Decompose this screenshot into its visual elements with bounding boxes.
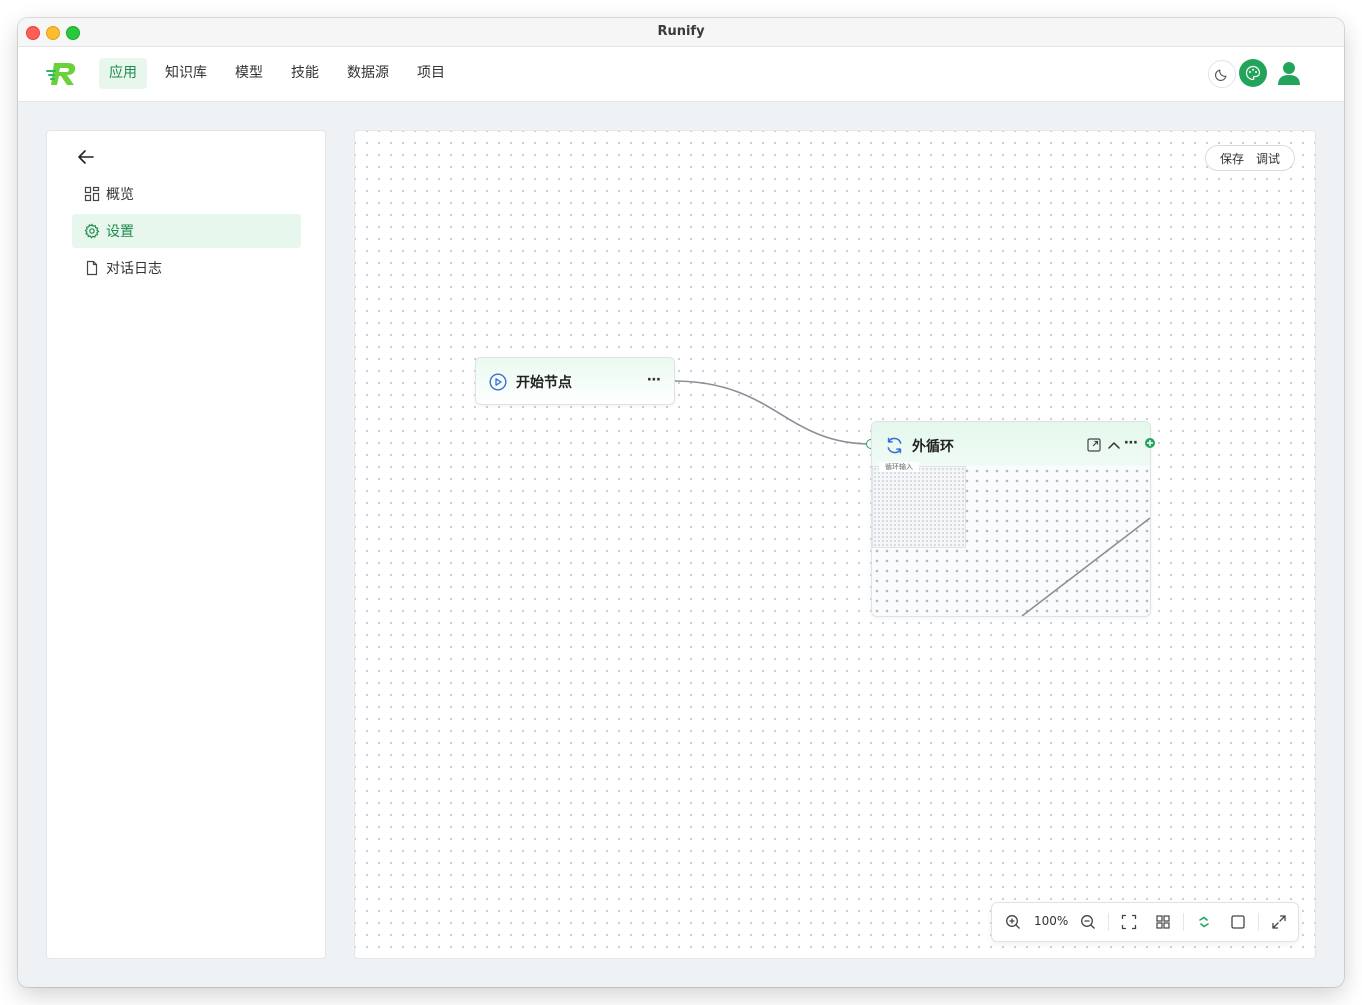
zoom-out-button[interactable]	[1079, 913, 1097, 931]
edge-start-to-loop	[672, 380, 872, 445]
workflow-canvas[interactable]: 保存 调试 开始节点 ⋯ 外循环 ⋯ 循环输入 100%	[354, 130, 1316, 959]
fit-view-icon	[1121, 914, 1137, 930]
title-bar: Runify	[18, 18, 1344, 47]
user-menu-button[interactable]	[1275, 59, 1303, 87]
nav-datasources[interactable]: 数据源	[337, 58, 399, 89]
zoom-in-icon	[1006, 915, 1020, 929]
fullscreen-icon	[1272, 915, 1286, 929]
nav-apps[interactable]: 应用	[99, 58, 147, 89]
sidebar-item-label: 对话日志	[106, 261, 162, 277]
chevron-up-icon[interactable]	[1107, 439, 1121, 451]
sidebar-item-label: 设置	[106, 224, 134, 240]
sidebar-item-settings[interactable]: 设置	[72, 214, 301, 248]
app-logo[interactable]	[46, 61, 78, 87]
start-node[interactable]: 开始节点 ⋯	[475, 357, 675, 405]
refresh-icon	[887, 437, 902, 454]
canvas-toolbar: 100%	[991, 902, 1299, 942]
app-window: Runify 应用 知识库 模型 技能 数据源 项目 概览 设置 对话日志 保存…	[18, 18, 1344, 987]
sidebar: 概览 设置 对话日志	[46, 130, 326, 959]
node-title: 外循环	[912, 439, 954, 455]
theme-color-button[interactable]	[1239, 59, 1267, 87]
sidebar-item-chat-logs[interactable]: 对话日志	[72, 251, 301, 285]
loop-node-header: 外循环 ⋯	[872, 422, 1150, 466]
file-icon	[84, 260, 100, 276]
layout-grid-button[interactable]	[1154, 913, 1172, 931]
select-box-icon	[1231, 915, 1245, 929]
grid-icon	[84, 186, 100, 202]
loop-node[interactable]: 外循环 ⋯ 循环输入	[871, 421, 1151, 617]
zoom-in-button[interactable]	[1004, 913, 1022, 931]
arrow-left-icon	[78, 150, 94, 164]
sidebar-item-label: 概览	[106, 187, 134, 203]
nav-models[interactable]: 模型	[225, 58, 273, 89]
window-title: Runify	[657, 24, 705, 39]
back-button[interactable]	[77, 149, 97, 165]
loop-output-handle[interactable]	[1145, 438, 1155, 448]
select-box-button[interactable]	[1229, 913, 1247, 931]
play-circle-icon	[489, 373, 507, 391]
nav-projects[interactable]: 项目	[407, 58, 455, 89]
more-options-icon[interactable]: ⋯	[647, 372, 662, 388]
inner-edge	[1021, 517, 1150, 616]
moon-icon	[1215, 69, 1227, 81]
theme-toggle-button[interactable]	[1208, 60, 1236, 88]
more-options-icon[interactable]: ⋯	[1124, 435, 1138, 451]
fit-view-button[interactable]	[1120, 913, 1138, 931]
nav-knowledge-base[interactable]: 知识库	[155, 58, 217, 89]
auto-layout-icon	[1199, 916, 1209, 928]
user-avatar-icon	[1278, 62, 1300, 85]
layout-grid-icon	[1156, 915, 1170, 929]
open-subflow-icon[interactable]	[1087, 438, 1101, 452]
zoom-out-icon	[1081, 915, 1095, 929]
node-title: 开始节点	[516, 375, 572, 391]
zoom-level: 100%	[1034, 914, 1069, 928]
gear-icon	[84, 223, 100, 239]
nav-skills[interactable]: 技能	[281, 58, 329, 89]
auto-layout-button[interactable]	[1195, 913, 1213, 931]
palette-icon	[1245, 65, 1261, 81]
sidebar-item-overview[interactable]: 概览	[72, 177, 301, 211]
fullscreen-button[interactable]	[1270, 913, 1288, 931]
loop-node-body[interactable]: 循环输入	[872, 462, 1150, 616]
top-navigation: 应用 知识库 模型 技能 数据源 项目	[18, 47, 1344, 102]
plus-icon	[1147, 440, 1153, 446]
